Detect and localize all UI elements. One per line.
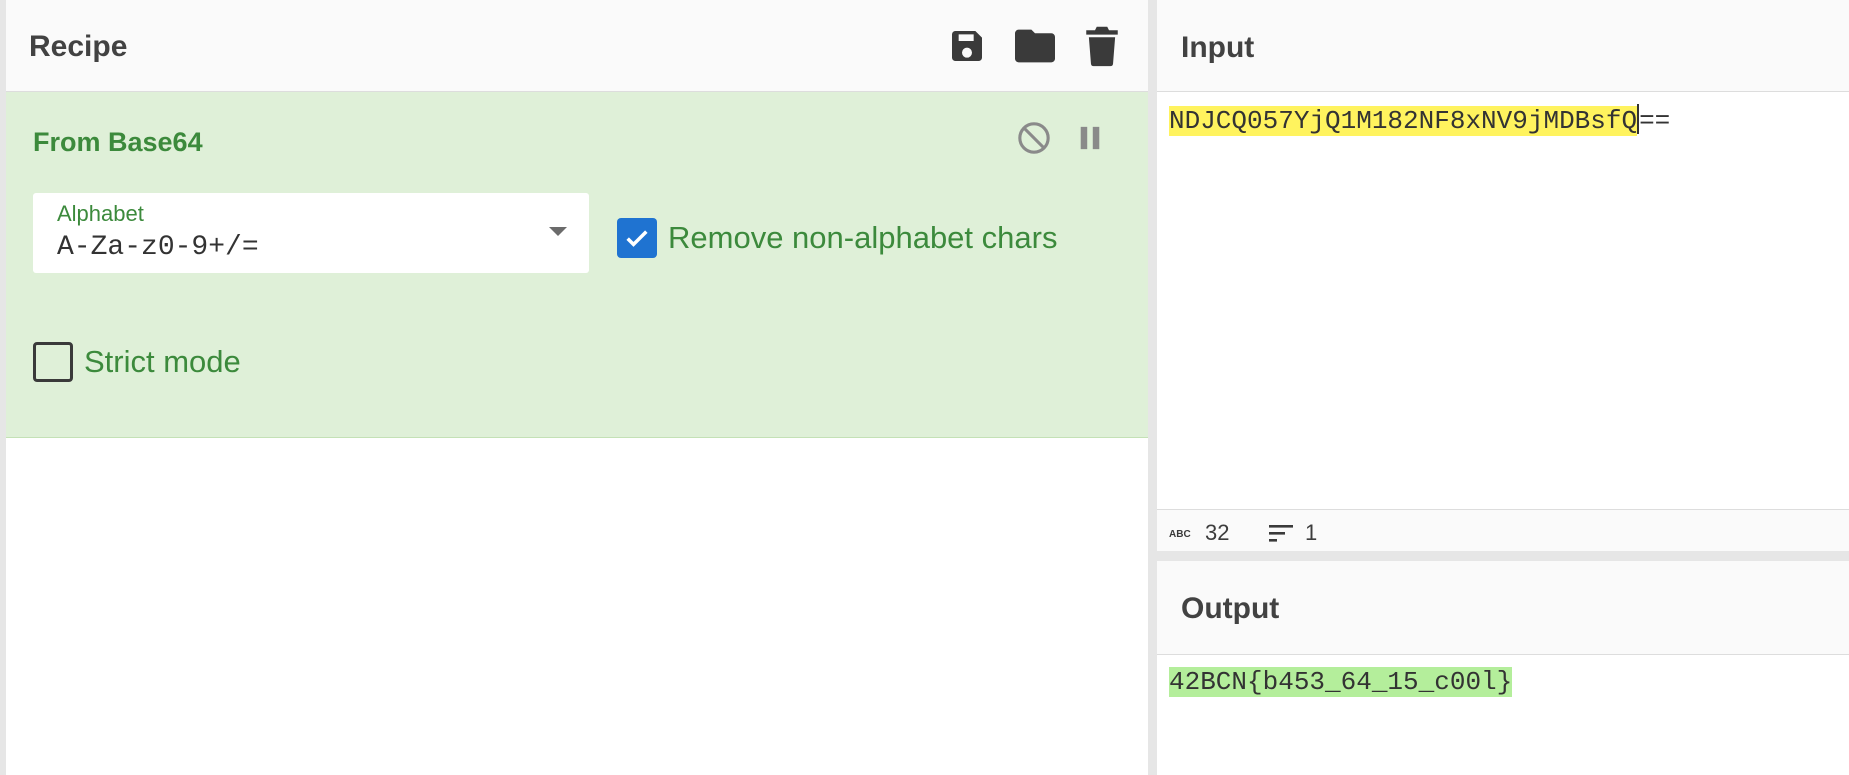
checkmark-icon bbox=[626, 230, 648, 247]
output-pane: Output 42BCN{b453_64_15_c00l} bbox=[1157, 561, 1849, 775]
alphabet-label: Alphabet bbox=[57, 201, 144, 226]
pause-icon[interactable] bbox=[1070, 118, 1110, 158]
pane-divider[interactable] bbox=[1148, 0, 1157, 775]
trash-icon[interactable] bbox=[1080, 24, 1124, 68]
strict-mode-checkbox-row[interactable]: Strict mode bbox=[33, 342, 241, 382]
output-text: 42BCN{b453_64_15_c00l} bbox=[1169, 667, 1513, 697]
output-textarea[interactable]: 42BCN{b453_64_15_c00l} bbox=[1169, 667, 1513, 698]
remove-non-alphabet-label: Remove non-alphabet chars bbox=[668, 220, 1058, 255]
lines-stat: 1 bbox=[1269, 520, 1317, 546]
length-value: 32 bbox=[1205, 520, 1230, 545]
abc-icon: ABC bbox=[1169, 529, 1191, 540]
input-title: Input bbox=[1181, 31, 1255, 64]
svg-text:ABC: ABC bbox=[1169, 529, 1191, 540]
strict-mode-label: Strict mode bbox=[84, 344, 241, 379]
recipe-header: Recipe bbox=[6, 0, 1148, 92]
output-title: Output bbox=[1181, 592, 1280, 625]
folder-icon[interactable] bbox=[1013, 24, 1057, 68]
input-header: Input bbox=[1157, 0, 1849, 92]
length-stat: ABC 32 bbox=[1169, 520, 1229, 546]
recipe-title: Recipe bbox=[29, 30, 128, 63]
remove-non-alphabet-checkbox-row[interactable]: Remove non-alphabet chars bbox=[617, 218, 1057, 258]
strict-mode-checkbox[interactable] bbox=[33, 342, 73, 382]
operation-from-base64: From Base64 Alphabet A-Za-z0-9+/= Remove… bbox=[6, 92, 1148, 438]
output-header: Output bbox=[1157, 561, 1849, 655]
alphabet-value: A-Za-z0-9+/= bbox=[57, 232, 259, 263]
input-pane: Input NDJCQ057YjQ1M182NF8xNV9jMDBsfQ== A… bbox=[1157, 0, 1849, 551]
lines-icon bbox=[1269, 525, 1293, 542]
alphabet-select[interactable]: Alphabet A-Za-z0-9+/= bbox=[33, 193, 589, 273]
disable-icon[interactable] bbox=[1014, 118, 1054, 158]
input-textarea[interactable]: NDJCQ057YjQ1M182NF8xNV9jMDBsfQ== bbox=[1169, 104, 1670, 137]
operation-title: From Base64 bbox=[33, 127, 203, 157]
lines-value: 1 bbox=[1305, 520, 1318, 545]
input-status-bar: ABC 32 1 bbox=[1157, 509, 1849, 551]
recipe-pane: Recipe From Base64 Alphabet A-Za-z0-9+/= bbox=[6, 0, 1148, 775]
chevron-down-icon bbox=[549, 227, 567, 236]
cyberchef-app: Recipe From Base64 Alphabet A-Za-z0-9+/= bbox=[0, 0, 1849, 775]
input-highlighted-text: NDJCQ057YjQ1M182NF8xNV9jMDBsfQ bbox=[1169, 106, 1638, 136]
remove-non-alphabet-checkbox[interactable] bbox=[617, 218, 657, 258]
input-trailing-text: == bbox=[1639, 106, 1671, 136]
save-icon[interactable] bbox=[945, 24, 989, 68]
